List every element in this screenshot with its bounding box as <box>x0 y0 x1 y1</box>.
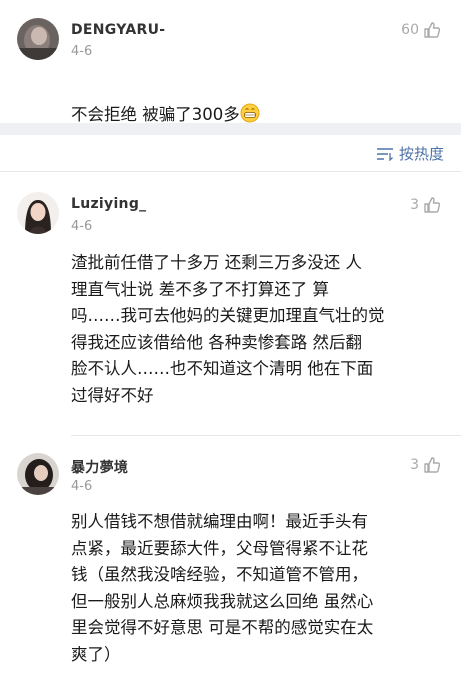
avatar-image <box>17 453 59 495</box>
like-count: 3 <box>410 457 419 473</box>
comment-date: 4-6 <box>71 479 93 494</box>
sort-button[interactable]: 按热度 <box>376 143 444 164</box>
sort-label: 按热度 <box>398 145 444 163</box>
thumbs-up-icon <box>424 22 441 38</box>
comment-text: 不会拒绝 被骗了300多 <box>71 75 443 128</box>
avatar[interactable] <box>17 192 59 234</box>
like-button[interactable]: 60 <box>401 21 441 39</box>
sort-icon <box>376 147 393 161</box>
comment-date: 4-6 <box>71 219 93 234</box>
comment-item: Luziying_ 4-6 3 渣批前任借了十多万 还剩三万多没还 人 理直气壮… <box>0 172 461 435</box>
username[interactable]: DENGYARU- <box>71 22 165 38</box>
avatar[interactable] <box>17 18 59 60</box>
thumbs-up-icon <box>424 197 441 213</box>
like-count: 60 <box>401 22 419 38</box>
thumbs-up-icon <box>424 457 441 473</box>
like-button[interactable]: 3 <box>410 456 441 474</box>
avatar-image <box>17 192 59 234</box>
like-button[interactable]: 3 <box>410 196 441 214</box>
username[interactable]: Luziying_ <box>71 196 146 212</box>
comment-item: 暴力夢境 4-6 3 别人借钱不想借就编理由啊！最近手头有 点紧，最近要舔大件，… <box>0 436 461 685</box>
comment-date: 4-6 <box>71 44 93 59</box>
like-count: 3 <box>410 197 419 213</box>
comment-text-body: 不会拒绝 被骗了300多 <box>71 104 240 124</box>
sort-bar: 按热度 <box>0 135 461 171</box>
username[interactable]: 暴力夢境 <box>71 457 128 477</box>
avatar[interactable] <box>17 453 59 495</box>
comment-item: DENGYARU- 4-6 60 不会拒绝 被骗了300多 <box>0 0 461 124</box>
section-separator <box>0 123 461 135</box>
avatar-image <box>17 18 59 60</box>
grinning-face-emoji <box>240 103 260 123</box>
comment-text: 渣批前任借了十多万 还剩三万多没还 人 理直气壮说 差不多了不打算还了 算 吗…… <box>71 253 385 405</box>
comment-text: 别人借钱不想借就编理由啊！最近手头有 点紧，最近要舔大件，父母管得紧不让花 钱（… <box>71 512 374 664</box>
